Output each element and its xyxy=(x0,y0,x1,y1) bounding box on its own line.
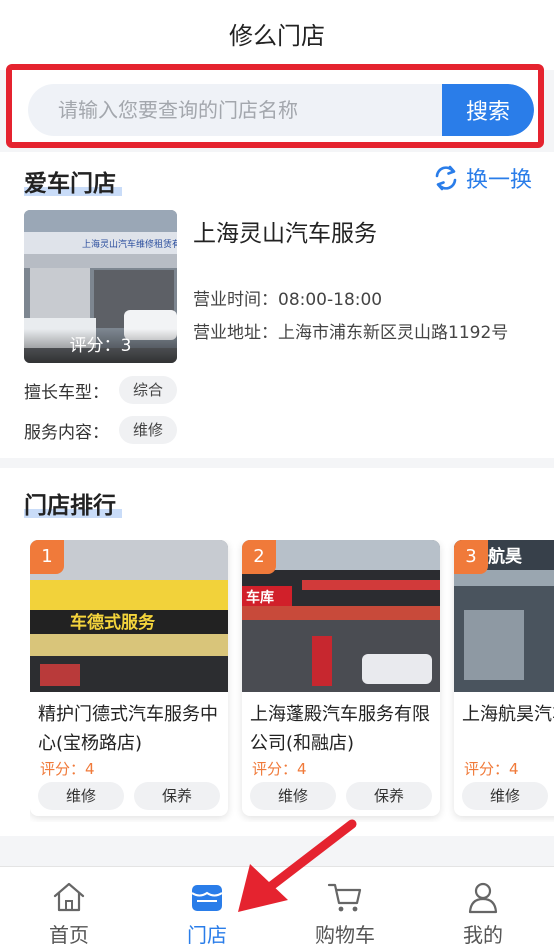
store-sign-text: 上海灵山汽车维修租赁有限公司 xyxy=(82,238,177,250)
ranking-card-photo: 车库 2 xyxy=(242,540,440,692)
ranking-sign-text: 航昊 xyxy=(488,546,522,567)
ranking-tag: 保养 xyxy=(134,782,220,810)
service-tag: 维修 xyxy=(119,416,178,444)
tab-profile[interactable]: 我的 xyxy=(414,867,552,950)
swap-label: 换一换 xyxy=(465,168,532,193)
ranking-card[interactable]: 航昊 3 上海航昊汽车维修中心 评分：4 维修 xyxy=(454,540,554,816)
cart-icon xyxy=(327,883,362,912)
favorite-section-title-text: 爱车门店 xyxy=(24,171,116,197)
ranking-tag: 维修 xyxy=(462,782,548,810)
search-bar: 搜索 xyxy=(28,84,534,136)
ranking-card[interactable]: 车库 2 上海蓬殿汽车服务有限公司(和融店) 评分：4 维修 保养 xyxy=(242,540,440,816)
ranking-list[interactable]: 车德式服务 1 精护门德式汽车服务中心(宝杨路店) 评分：4 维修 保养 车库 … xyxy=(30,540,554,822)
swap-button[interactable]: 换一换 xyxy=(432,162,532,194)
favorite-store-section: 爱车门店 换一换 上海灵山汽车维修租赁有限公司 xyxy=(0,152,554,458)
ranking-tag: 维修 xyxy=(250,782,336,810)
search-highlight-frame: 搜索 xyxy=(6,64,544,148)
store-page: 修么门店 搜索 爱车门店 换一换 上海灵山汽车 xyxy=(0,0,554,950)
home-icon xyxy=(53,882,85,912)
ranking-store-name: 上海蓬殿汽车服务有限公司(和融店) xyxy=(250,704,430,754)
tab-store-label: 门店 xyxy=(187,923,227,947)
bottom-tab-bar: 首页 门店 购物车 我的 xyxy=(0,866,554,950)
ranking-card-photo: 车德式服务 1 xyxy=(30,540,228,692)
specialty-row: 擅长车型： 综合 xyxy=(24,376,178,404)
tab-store[interactable]: 门店 xyxy=(138,867,276,950)
rank-badge: 1 xyxy=(30,540,64,574)
tab-cart-label: 购物车 xyxy=(315,923,375,947)
ranking-store-rating: 评分：4 xyxy=(252,760,307,778)
store-rating: 评分：3 xyxy=(24,329,177,363)
tab-cart[interactable]: 购物车 xyxy=(276,867,414,950)
page-title: 修么门店 xyxy=(229,22,325,50)
ranking-tag: 维修 xyxy=(38,782,124,810)
user-icon xyxy=(468,882,498,914)
ranking-card[interactable]: 车德式服务 1 精护门德式汽车服务中心(宝杨路店) 评分：4 维修 保养 xyxy=(30,540,228,816)
ranking-sign-text: 车德式服务 xyxy=(70,612,156,633)
ranking-store-rating: 评分：4 xyxy=(464,760,519,778)
store-ranking-section: 门店排行 车德式服务 1 精护门德式汽车服务中心(宝杨路店) 评分：4 维修 保… xyxy=(0,468,554,836)
favorite-section-title: 爱车门店 xyxy=(24,164,122,198)
ranking-store-name: 精护门德式汽车服务中心(宝杨路店) xyxy=(38,704,218,754)
ranking-section-title-text: 门店排行 xyxy=(24,493,116,519)
ranking-store-name: 上海航昊汽车维修中心 xyxy=(462,704,554,725)
specialty-label: 擅长车型： xyxy=(24,382,109,403)
search-button[interactable]: 搜索 xyxy=(442,84,534,136)
ranking-sign-text: 车库 xyxy=(246,589,274,606)
store-hours: 营业时间：08:00-18:00 xyxy=(193,290,383,310)
rank-badge: 3 xyxy=(454,540,488,574)
store-name[interactable]: 上海灵山汽车服务 xyxy=(193,214,377,248)
refresh-icon xyxy=(435,165,457,191)
ranking-section-title: 门店排行 xyxy=(24,486,122,520)
tab-profile-label: 我的 xyxy=(463,923,503,947)
search-input[interactable] xyxy=(28,84,448,136)
store-photo[interactable]: 上海灵山汽车维修租赁有限公司 评分：3 xyxy=(24,210,177,363)
ranking-card-photo: 航昊 3 xyxy=(454,540,554,692)
tab-home-label: 首页 xyxy=(49,923,89,947)
ranking-tag: 保养 xyxy=(346,782,432,810)
service-label: 服务内容： xyxy=(24,422,109,443)
header: 修么门店 xyxy=(0,0,554,70)
service-row: 服务内容： 维修 xyxy=(24,416,178,444)
store-icon xyxy=(191,885,223,911)
tab-home[interactable]: 首页 xyxy=(0,867,138,950)
specialty-tag: 综合 xyxy=(119,376,178,404)
ranking-store-rating: 评分：4 xyxy=(40,760,95,778)
rank-badge: 2 xyxy=(242,540,276,574)
store-address: 营业地址：上海市浦东新区灵山路1192号 xyxy=(193,323,509,343)
